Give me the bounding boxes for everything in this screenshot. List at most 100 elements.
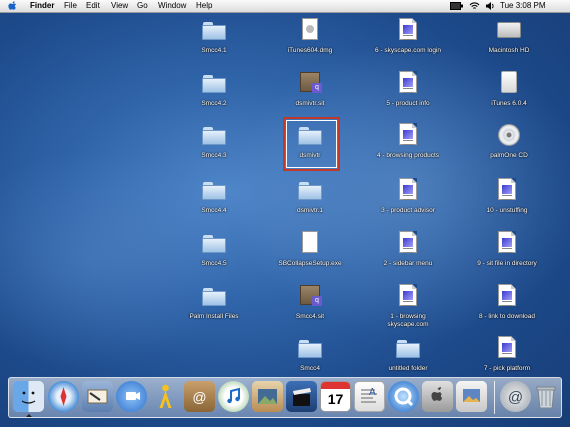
item-label: Macintosh HD [488, 47, 530, 54]
airport-icon[interactable] [469, 1, 480, 15]
folder-item[interactable]: Smcc4.1 [181, 16, 247, 68]
hard-drive-icon [497, 22, 521, 38]
item-label: 6 - skyscape.com login [374, 47, 442, 54]
volume-icon[interactable] [485, 1, 495, 15]
ical-icon[interactable]: 17 [320, 381, 351, 412]
dock: @ 17 A @ [8, 377, 562, 418]
mail-icon[interactable] [82, 381, 113, 412]
quicktime-icon[interactable] [388, 381, 419, 412]
item-label: 4 - browsing products [376, 152, 440, 159]
dock-separator [494, 381, 495, 414]
imovie-icon[interactable] [286, 381, 317, 412]
item-label: Smcc4.4 [201, 207, 227, 214]
file-item[interactable]: q Smcc4.sit [277, 282, 343, 334]
textedit-icon[interactable]: A [354, 381, 385, 412]
pdf-file-icon [399, 123, 417, 145]
safari-icon[interactable] [48, 381, 79, 412]
folder-item[interactable]: Smcc4.3 [181, 121, 247, 173]
volume-item[interactable]: iTunes 6.0.4 [471, 69, 547, 121]
menu-help[interactable]: Help [196, 0, 212, 12]
item-label: 3 - product advisor [381, 207, 435, 214]
folder-item-selected[interactable]: dsmivtr [277, 121, 343, 173]
itunes-icon[interactable] [218, 381, 249, 412]
folder-item[interactable]: Palm Install Files [172, 282, 256, 334]
pdf-file-icon [399, 231, 417, 253]
item-label: Smcc4.1 [201, 47, 227, 54]
file-item[interactable]: q dsmivtr.sit [277, 69, 343, 121]
pdf-item[interactable]: 2 - sidebar menu [370, 229, 446, 281]
cd-icon [498, 124, 520, 146]
item-label: Smcc4.3 [201, 152, 227, 159]
item-label: 5 - product info [386, 100, 430, 107]
item-label: Palm Install Files [189, 313, 239, 320]
pdf-item[interactable]: 6 - skyscape.com login [370, 16, 446, 68]
menu-edit[interactable]: Edit [86, 0, 100, 12]
item-label: dsmivtr.1 [296, 207, 323, 214]
folder-item[interactable]: Smcc4.4 [181, 176, 247, 228]
pdf-file-icon [498, 336, 516, 358]
pdf-item[interactable]: 4 - browsing products [370, 121, 446, 173]
finder-icon[interactable] [13, 381, 44, 412]
item-label: iTunes604.dmg [287, 47, 333, 54]
svg-text:A: A [369, 387, 376, 398]
folder-icon [202, 182, 226, 200]
menu-bar: Finder File Edit View Go Window Help Tue… [0, 0, 570, 13]
pdf-file-icon [399, 71, 417, 93]
pdf-item[interactable]: 8 - link to download [467, 282, 547, 334]
pdf-item[interactable]: 9 - sit file in directory [467, 229, 547, 281]
menu-file[interactable]: File [64, 0, 77, 12]
clock[interactable]: Tue 3:08 PM [500, 0, 546, 12]
item-label: Smcc4 [300, 365, 320, 372]
folder-item[interactable]: dsmivtr.1 [277, 176, 343, 228]
iphoto-icon[interactable] [252, 381, 283, 412]
folder-item[interactable]: Smcc4.5 [181, 229, 247, 281]
item-label: 1 - browsing skyscape.com [387, 313, 429, 328]
svg-text:@: @ [508, 389, 523, 406]
volume-item[interactable]: palmOne CD [471, 121, 547, 173]
ichat-icon[interactable] [116, 381, 147, 412]
item-label: Smcc4.5 [201, 260, 227, 267]
stuffit-archive-icon: q [300, 285, 322, 306]
file-item[interactable]: iTunes604.dmg [277, 16, 343, 68]
svg-text:@: @ [192, 389, 206, 405]
file-item[interactable]: SBCollapseSetup.exe [267, 229, 353, 281]
apple-menu-icon[interactable] [8, 0, 17, 14]
folder-icon [202, 22, 226, 40]
pdf-file-icon [399, 284, 417, 306]
item-label: 2 - sidebar menu [383, 260, 433, 267]
document-icon [302, 231, 318, 253]
menu-window[interactable]: Window [158, 0, 186, 12]
pdf-file-icon [399, 178, 417, 200]
battery-icon[interactable] [450, 2, 463, 14]
preview-icon[interactable] [456, 381, 487, 412]
menu-view[interactable]: View [111, 0, 128, 12]
pdf-item[interactable]: 5 - product info [370, 69, 446, 121]
folder-icon [298, 182, 322, 200]
ical-date: 17 [327, 391, 344, 407]
pdf-item[interactable]: 3 - product advisor [370, 176, 446, 228]
dmg-file-icon [302, 18, 318, 40]
trash-icon[interactable] [530, 381, 561, 412]
pdf-file-icon [498, 284, 516, 306]
folder-icon [396, 340, 420, 358]
system-preferences-icon[interactable] [422, 381, 453, 412]
sherlock-icon[interactable]: @ [500, 381, 531, 412]
item-label: 10 - unstuffing [486, 207, 528, 214]
volume-item[interactable]: Macintosh HD [471, 16, 547, 68]
desktop: Finder File Edit View Go Window Help Tue… [0, 0, 570, 427]
folder-icon [298, 127, 322, 145]
pdf-item[interactable]: 1 - browsing skyscape.com [370, 282, 446, 334]
running-indicator [26, 414, 32, 417]
menu-go[interactable]: Go [137, 0, 148, 12]
pdf-file-icon [498, 178, 516, 200]
app-menu-finder[interactable]: Finder [30, 0, 54, 12]
aim-icon[interactable] [150, 381, 181, 412]
item-label: iTunes 6.0.4 [491, 100, 527, 107]
folder-item[interactable]: Smcc4.2 [181, 69, 247, 121]
item-label: Smcc4.2 [201, 100, 227, 107]
item-label: 7 - pick platform [483, 365, 531, 372]
address-book-icon[interactable]: @ [184, 381, 215, 412]
folder-icon [202, 288, 226, 306]
pdf-item[interactable]: 10 - unstuffing [467, 176, 547, 228]
item-label: dsmivtr.sit [295, 100, 325, 107]
